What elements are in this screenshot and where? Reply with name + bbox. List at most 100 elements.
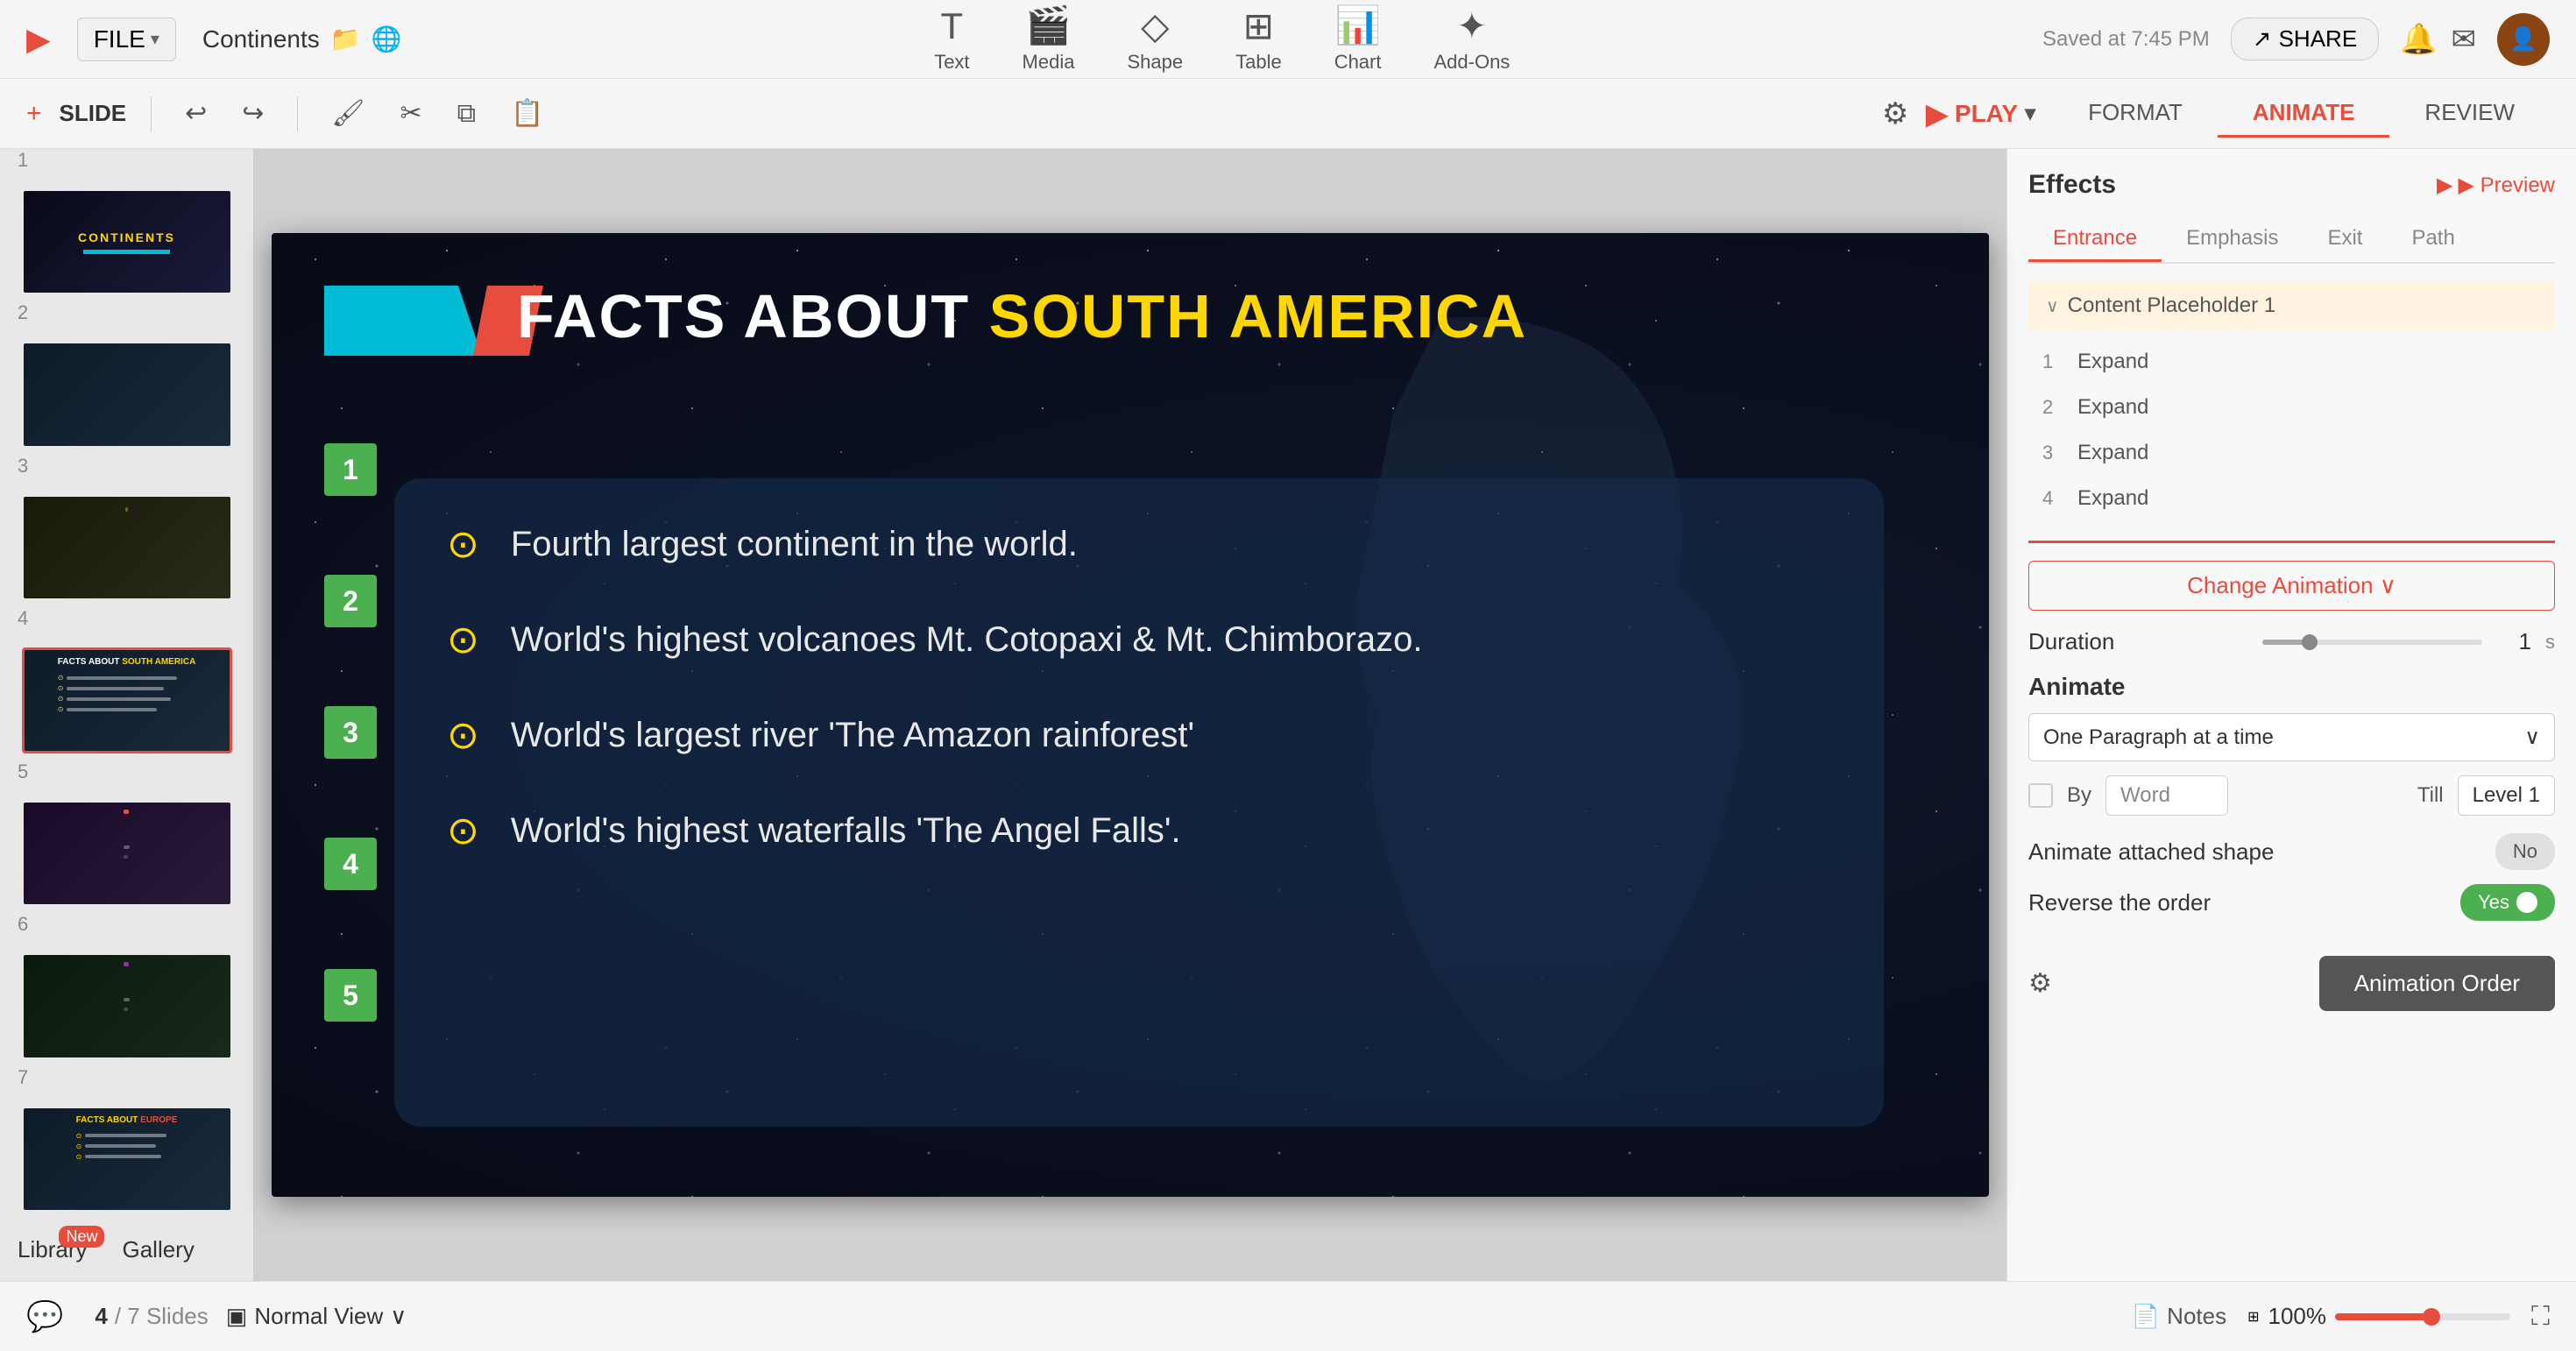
panel-header: Effects ▶ ▶ Preview	[2028, 170, 2555, 200]
fact-text-2: World's highest volcanoes Mt. Cotopaxi &…	[511, 620, 1423, 660]
slide-num-7: 7	[18, 1066, 253, 1089]
notes-button[interactable]: 📄 Notes	[2132, 1303, 2226, 1330]
gallery-button[interactable]: Gallery	[122, 1236, 194, 1263]
panel-title: Effects	[2028, 170, 2116, 200]
step-5: 5	[324, 969, 377, 1022]
entrance-tab[interactable]: Entrance	[2028, 217, 2162, 262]
user-avatar[interactable]: 👤	[2497, 13, 2550, 66]
redo-button[interactable]: ↪	[233, 93, 272, 134]
exit-tab[interactable]: Exit	[2303, 217, 2387, 262]
bell-icon[interactable]: 🔔	[2400, 22, 2437, 57]
media-icon: 🎬	[1025, 4, 1071, 47]
undo-button[interactable]: ↩	[176, 93, 216, 134]
top-right-area: Saved at 7:45 PM ↗ SHARE 🔔 ✉ 👤	[2042, 13, 2550, 66]
table-icon: ⊞	[1243, 4, 1274, 47]
panel-gear-icon[interactable]: ⚙	[2028, 968, 2052, 999]
shape-tool[interactable]: ◇ Shape	[1127, 4, 1183, 74]
slide-thumb-6[interactable]	[22, 953, 232, 1058]
fact-item-4: ⊙ World's highest waterfalls 'The Angel …	[447, 809, 1831, 853]
library-button[interactable]: Library New	[18, 1236, 87, 1263]
fact-icon-1: ⊙	[447, 522, 479, 567]
fact-text-1: Fourth largest continent in the world.	[511, 525, 1078, 564]
fullscreen-icon[interactable]: ⛶	[2531, 1302, 2550, 1332]
bottom-right: 📄 Notes ⊞ 100% ⛶	[2132, 1302, 2550, 1332]
content-placeholder-item: ∨ Content Placeholder 1	[2028, 281, 2555, 330]
title-white: FACTS ABOUT	[517, 282, 970, 350]
preview-link[interactable]: ▶ ▶ Preview	[2437, 173, 2555, 198]
slide-thumb-3[interactable]	[22, 495, 232, 600]
table-tool[interactable]: ⊞ Table	[1235, 4, 1282, 74]
slide-thumb-1[interactable]: CONTINENTS	[22, 189, 232, 294]
slide-thumb-5[interactable]	[22, 801, 232, 906]
cut-button[interactable]: ✂	[391, 93, 430, 134]
slide-thumb-2[interactable]	[22, 342, 232, 447]
right-toolbar: ⚙ ▶ PLAY ▾ FORMAT ANIMATE REVIEW	[1882, 90, 2550, 138]
animation-order-button[interactable]: Animation Order	[2319, 956, 2555, 1011]
tab-review[interactable]: REVIEW	[2389, 90, 2550, 138]
duration-filled	[2262, 640, 2306, 645]
blue-decoration	[324, 286, 482, 356]
addons-tool[interactable]: ✦ Add-Ons	[1433, 4, 1510, 74]
path-tab[interactable]: Path	[2387, 217, 2479, 262]
media-tool[interactable]: 🎬 Media	[1023, 4, 1075, 74]
text-tool[interactable]: T Text	[934, 5, 969, 74]
cp-label: Content Placeholder 1	[2068, 294, 2276, 318]
folder-icon: 📁	[330, 25, 361, 53]
play-button[interactable]: ▶ PLAY ▾	[1926, 97, 2035, 131]
zoom-control: ⊞ 100%	[2247, 1303, 2510, 1330]
copy-button[interactable]: ⧉	[449, 94, 485, 134]
zoom-filled	[2335, 1313, 2431, 1320]
expand-item-2: 2 Expand	[2028, 390, 2555, 425]
file-button[interactable]: FILE ▾	[77, 18, 176, 61]
fact-icon-4: ⊙	[447, 809, 479, 853]
view-label: Normal View	[254, 1303, 383, 1330]
animate-dropdown[interactable]: One Paragraph at a time ∨	[2028, 713, 2555, 761]
content-box: ⊙ Fourth largest continent in the world.…	[394, 478, 1884, 1127]
animate-option-label: One Paragraph at a time	[2043, 725, 2274, 750]
emphasis-tab[interactable]: Emphasis	[2162, 217, 2303, 262]
reverse-toggle[interactable]: Yes	[2460, 884, 2555, 921]
slide-num-1: 1	[18, 149, 253, 172]
slide-label: SLIDE	[60, 100, 127, 127]
slide-thumb-4[interactable]: FACTS ABOUT SOUTH AMERICA ⊙ ⊙ ⊙ ⊙	[22, 647, 232, 753]
paste-button[interactable]: 📋	[502, 93, 552, 134]
duration-slider[interactable]	[2262, 640, 2482, 645]
duration-thumb	[2302, 634, 2318, 650]
fact-text-4: World's highest waterfalls 'The Angel Fa…	[511, 811, 1181, 851]
view-button[interactable]: ▣ Normal View ∨	[226, 1303, 407, 1330]
by-checkbox[interactable]	[2028, 783, 2053, 808]
message-icon[interactable]: ✉	[2452, 22, 2477, 57]
settings-icon[interactable]: ⚙	[1882, 96, 1908, 131]
animate-attached-toggle[interactable]: No	[2495, 833, 2555, 870]
level-select[interactable]: Level 1	[2458, 775, 2555, 816]
animate-section-label: Animate	[2028, 673, 2555, 701]
change-animation-button[interactable]: Change Animation ∨	[2028, 561, 2555, 611]
total-slides-label: / 7 Slides	[115, 1303, 209, 1330]
duration-row: Duration 1 s	[2028, 628, 2555, 655]
thumb1-bar	[83, 250, 171, 254]
main-slide[interactable]: FACTS ABOUT SOUTH AMERICA 1 2 3 4 5 ⊙ Fo…	[272, 233, 1989, 1197]
word-select[interactable]: Word	[2105, 775, 2228, 816]
view-icon: ▣	[226, 1303, 248, 1330]
header-decoration	[324, 286, 543, 356]
fact-item-3: ⊙ World's largest river 'The Amazon rain…	[447, 713, 1831, 758]
play-arrow-icon: ▶	[1926, 97, 1948, 131]
step-3: 3	[324, 706, 377, 759]
tab-group: FORMAT ANIMATE REVIEW	[2053, 90, 2550, 138]
chart-tool[interactable]: 📊 Chart	[1334, 4, 1382, 74]
share-button[interactable]: ↗ SHARE	[2231, 18, 2379, 60]
duration-value: 1	[2496, 628, 2531, 655]
tab-format[interactable]: FORMAT	[2053, 90, 2218, 138]
slide-thumb-7[interactable]: FACTS ABOUT EUROPE ⊙ ⊙ ⊙	[22, 1107, 232, 1212]
text-icon: T	[941, 5, 964, 47]
notes-label: Notes	[2167, 1303, 2226, 1330]
by-row: By Word Till Level 1	[2028, 775, 2555, 816]
step-4: 4	[324, 838, 377, 890]
format-painter-button[interactable]: 🖌	[322, 93, 373, 134]
zoom-slider[interactable]	[2335, 1313, 2510, 1320]
title-gold: SOUTH AMERICA	[989, 282, 1528, 350]
chat-icon[interactable]: 💬	[26, 1299, 63, 1334]
tab-animate[interactable]: ANIMATE	[2218, 90, 2390, 138]
bottom-bar: 💬 4 / 7 Slides ▣ Normal View ∨ 📄 Notes ⊞…	[0, 1281, 2576, 1351]
animate-attached-label: Animate attached shape	[2028, 838, 2481, 866]
